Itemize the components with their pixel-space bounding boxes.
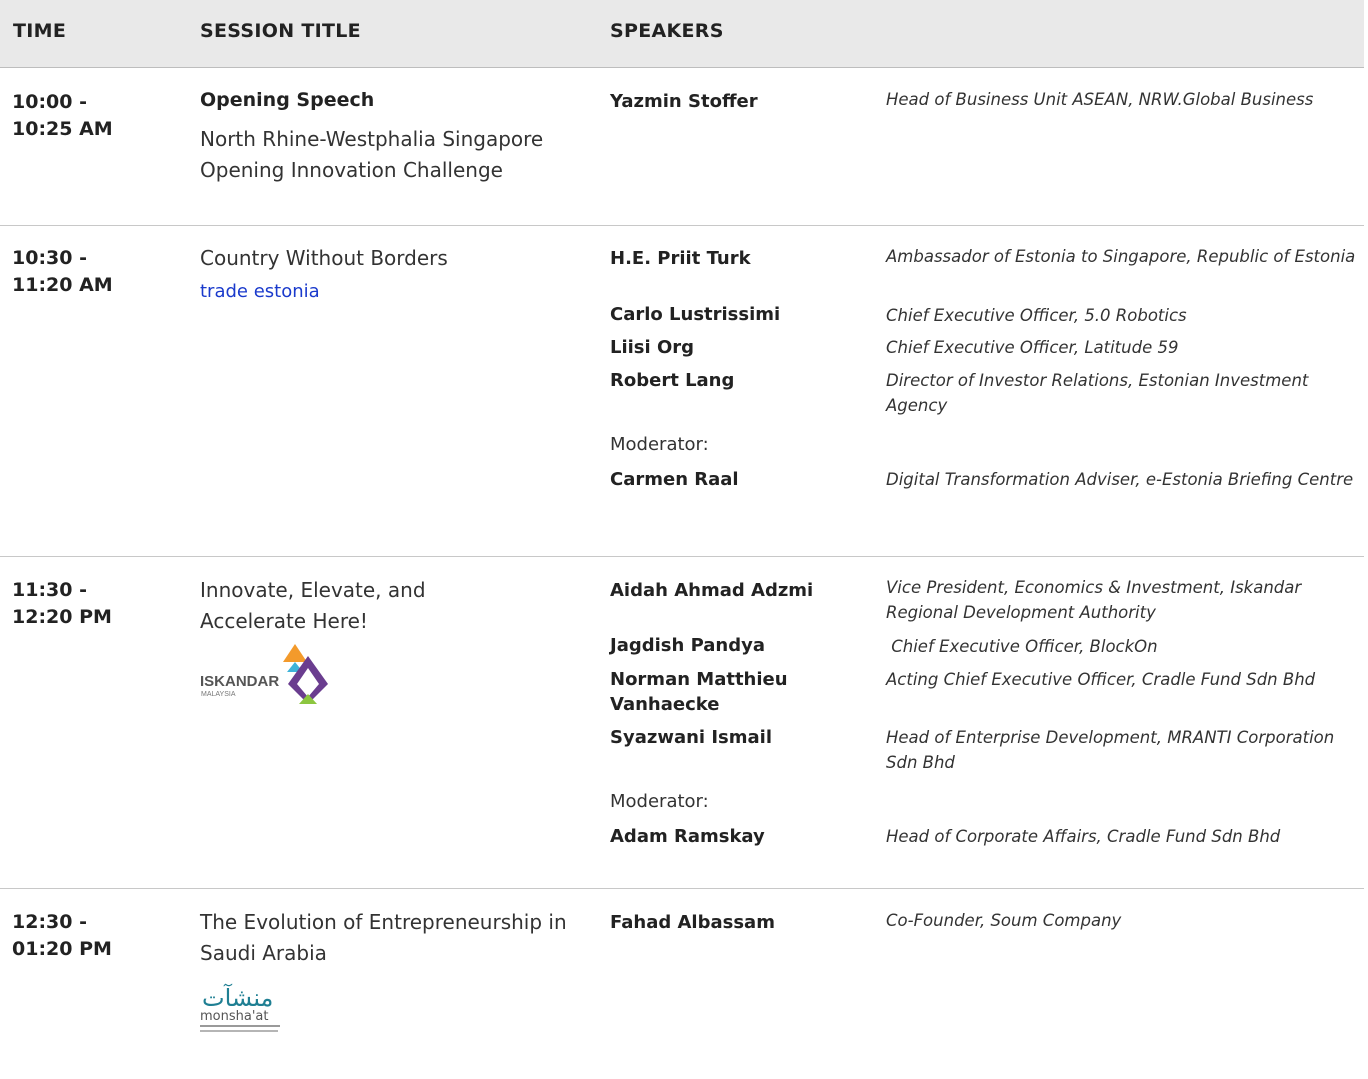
speaker-name: Syazwani Ismail bbox=[610, 727, 772, 748]
time-column-header: TIME bbox=[13, 20, 67, 42]
speaker-name: Robert Lang bbox=[610, 370, 735, 391]
moderator-label: Moderator: bbox=[610, 791, 709, 812]
speaker-name: Carlo Lustrissimi bbox=[610, 304, 781, 325]
speaker-name: H.E. Priit Turk bbox=[610, 248, 751, 269]
speaker-name: Fahad Albassam bbox=[610, 912, 775, 933]
row-divider bbox=[0, 556, 1364, 557]
monshaat-arabic-text: منشآت bbox=[202, 983, 273, 1012]
session-title: Innovate, Elevate, and Accelerate Here! bbox=[200, 578, 426, 633]
speaker-role: Chief Executive Officer, 5.0 Robotics bbox=[886, 306, 1187, 325]
speaker-role: Chief Executive Officer, BlockOn bbox=[886, 637, 1158, 656]
row-divider bbox=[0, 888, 1364, 889]
session-title-column-header: SESSION TITLE bbox=[200, 20, 361, 42]
moderator-role: Digital Transformation Adviser, e-Estoni… bbox=[886, 470, 1354, 489]
speaker-name: Aidah Ahmad Adzmi bbox=[610, 580, 814, 601]
speakers-column-header: SPEAKERS bbox=[610, 20, 724, 42]
trade-estonia-link[interactable]: trade estonia bbox=[200, 281, 320, 302]
session-time: 10:30 - 11:20 AM bbox=[12, 247, 113, 296]
speaker-name: Jagdish Pandya bbox=[610, 635, 766, 656]
moderator-name: Adam Ramskay bbox=[610, 826, 765, 847]
moderator-name: Carmen Raal bbox=[610, 469, 739, 490]
speaker-role: Acting Chief Executive Officer, Cradle F… bbox=[886, 670, 1316, 689]
session-time: 10:00 - 10:25 AM bbox=[12, 91, 113, 140]
speaker-role: Head of Enterprise Development, MRANTI C… bbox=[886, 728, 1335, 772]
monshaat-logo: منشآت monsha'at bbox=[198, 980, 288, 1040]
session-title: Country Without Borders bbox=[200, 246, 448, 270]
speaker-role: Vice President, Economics & Investment, … bbox=[886, 578, 1302, 622]
session-time: 11:30 - 12:20 PM bbox=[12, 579, 112, 628]
session-title: North Rhine-Westphalia Singapore Opening… bbox=[200, 127, 544, 182]
table-header: TIME SESSION TITLE SPEAKERS bbox=[0, 0, 1364, 68]
iskandar-logo-subtext: MALAYSIA bbox=[201, 691, 236, 698]
session-title-bold: Opening Speech bbox=[200, 89, 375, 111]
moderator-role: Head of Corporate Affairs, Cradle Fund S… bbox=[886, 827, 1281, 846]
session-time: 12:30 - 01:20 PM bbox=[12, 911, 112, 960]
iskandar-logo-text: ISKANDAR bbox=[200, 673, 279, 690]
session-title: The Evolution of Entrepreneurship in Sau… bbox=[200, 910, 567, 965]
speaker-role: Head of Business Unit ASEAN, NRW.Global … bbox=[886, 90, 1314, 109]
speaker-role: Co-Founder, Soum Company bbox=[886, 911, 1122, 930]
speaker-role: Ambassador of Estonia to Singapore, Repu… bbox=[886, 247, 1356, 266]
speaker-name: Norman Matthieu Vanhaecke bbox=[610, 669, 788, 715]
monshaat-latin-text: monsha'at bbox=[200, 1009, 268, 1024]
moderator-label: Moderator: bbox=[610, 434, 709, 455]
speaker-role: Chief Executive Officer, Latitude 59 bbox=[886, 338, 1179, 357]
iskandar-malaysia-logo: ISKANDAR MALAYSIA bbox=[200, 642, 335, 708]
speaker-name: Yazmin Stoffer bbox=[610, 91, 758, 112]
speaker-name: Liisi Org bbox=[610, 337, 695, 358]
row-divider bbox=[0, 225, 1364, 226]
speaker-role: Director of Investor Relations, Estonian… bbox=[886, 371, 1309, 415]
